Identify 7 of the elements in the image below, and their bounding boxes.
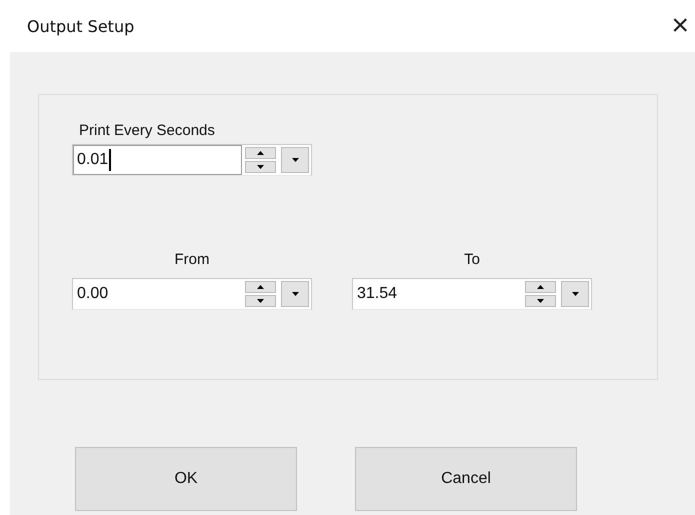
ok-button[interactable]: OK (75, 447, 297, 511)
field-label: From (174, 251, 210, 268)
field-label: Print Every Seconds (79, 122, 216, 139)
window-title: Output Setup (27, 16, 134, 36)
field-label: To (464, 251, 480, 268)
close-button[interactable]: × (661, 11, 695, 41)
cancel-button[interactable]: Cancel (355, 447, 577, 511)
